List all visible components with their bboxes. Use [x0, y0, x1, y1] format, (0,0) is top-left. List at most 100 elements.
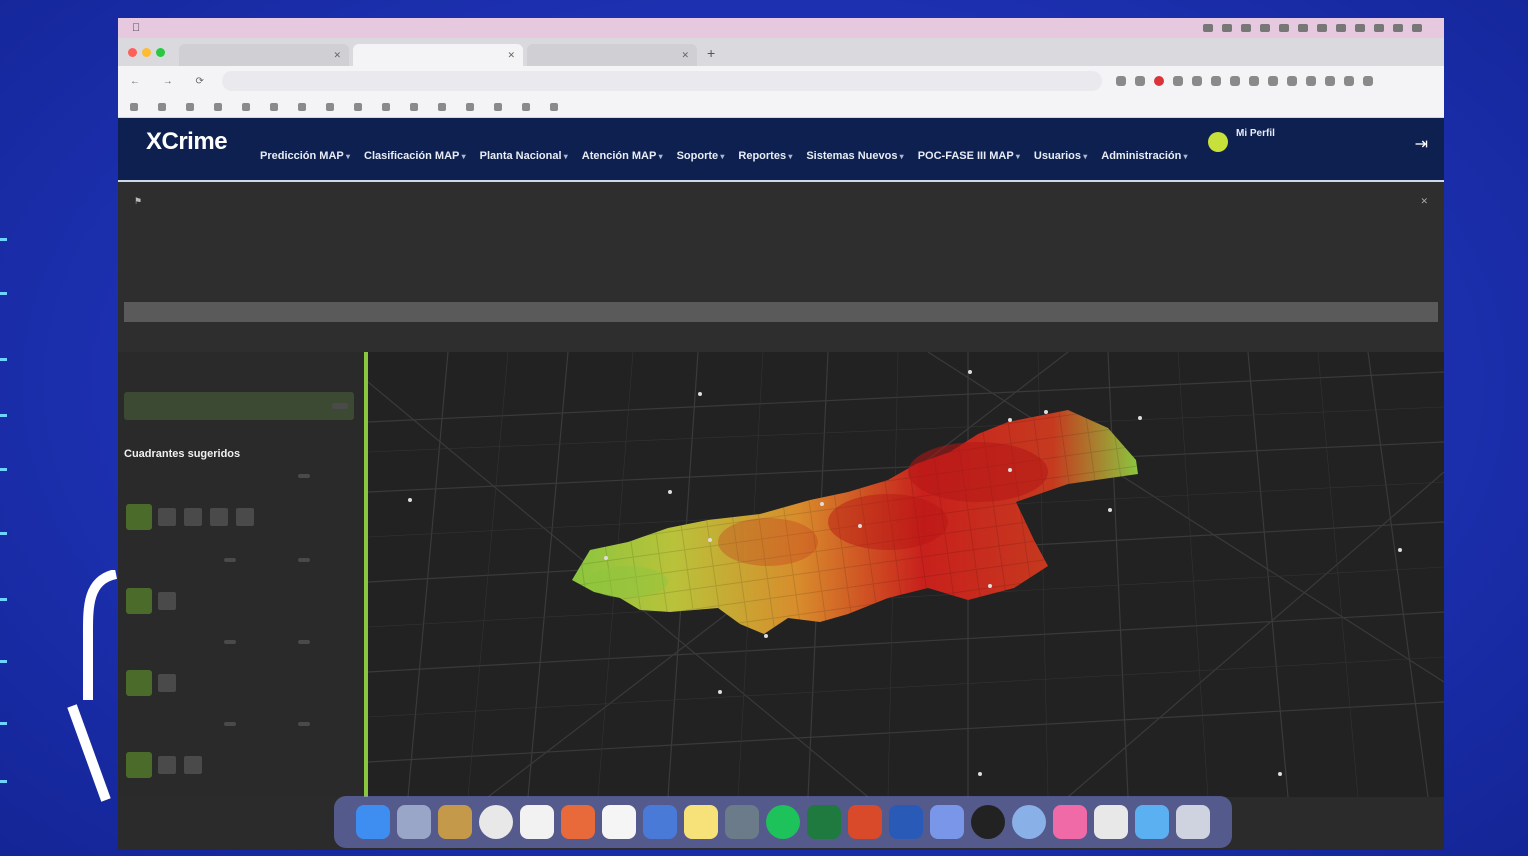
bookmark[interactable]: [354, 103, 362, 111]
dropdown-header[interactable]: ✕: [124, 192, 1438, 210]
extension-icon[interactable]: [1324, 76, 1335, 86]
map-label[interactable]: [698, 392, 702, 398]
map-thumbnail-icon[interactable]: [126, 588, 152, 614]
calendar-icon[interactable]: [520, 805, 554, 839]
dropdown-option[interactable]: [124, 222, 1438, 242]
extension-icon[interactable]: [1343, 76, 1354, 86]
finder-icon[interactable]: [356, 805, 390, 839]
map-label[interactable]: [764, 634, 768, 640]
nav-sistemas-nuevos[interactable]: Sistemas Nuevos: [806, 150, 903, 162]
bookmark[interactable]: [130, 103, 138, 111]
folder-icon[interactable]: [1135, 805, 1169, 839]
card-tag[interactable]: [298, 558, 310, 562]
bookmark[interactable]: [298, 103, 306, 111]
notes-icon[interactable]: [684, 805, 718, 839]
extension-icon[interactable]: [1172, 76, 1183, 86]
map-label[interactable]: [1278, 772, 1282, 778]
extension-icon[interactable]: [1191, 76, 1202, 86]
bookmark[interactable]: [326, 103, 334, 111]
close-window-icon[interactable]: [128, 48, 137, 57]
app-icon[interactable]: [930, 805, 964, 839]
app-icon[interactable]: [725, 805, 759, 839]
map-thumbnail-icon[interactable]: [126, 752, 152, 778]
map-label[interactable]: [968, 370, 972, 376]
nav-reportes[interactable]: Reportes: [738, 150, 792, 162]
status-icon[interactable]: [1279, 24, 1289, 32]
extension-icon[interactable]: [1134, 76, 1145, 86]
photos-icon[interactable]: [561, 805, 595, 839]
card-button[interactable]: [184, 756, 202, 774]
card-button[interactable]: [158, 592, 176, 610]
logout-icon[interactable]: ⇥: [1415, 134, 1428, 154]
filter-select-value[interactable]: [332, 403, 348, 409]
minimize-window-icon[interactable]: [142, 48, 151, 57]
url-field[interactable]: [221, 71, 1102, 91]
map-label[interactable]: [1108, 508, 1112, 514]
excel-icon[interactable]: [807, 805, 841, 839]
word-icon[interactable]: [889, 805, 923, 839]
quadrant-card[interactable]: [122, 640, 358, 716]
map-label[interactable]: [1138, 416, 1142, 422]
map-label[interactable]: [1044, 410, 1048, 416]
extension-icon[interactable]: [1153, 76, 1164, 86]
xcrime-logo[interactable]: XCrime: [146, 128, 228, 155]
nav-atencion-map[interactable]: Atención MAP: [582, 150, 663, 162]
app-icon[interactable]: [971, 805, 1005, 839]
map-label[interactable]: [858, 524, 862, 530]
extension-icon[interactable]: [1305, 76, 1316, 86]
bookmark[interactable]: [158, 103, 166, 111]
app-icon[interactable]: [1012, 805, 1046, 839]
trash-icon[interactable]: [1176, 805, 1210, 839]
bookmark[interactable]: [494, 103, 502, 111]
nav-planta-nacional[interactable]: Planta Nacional: [480, 150, 568, 162]
user-menu[interactable]: Mi Perfil: [1208, 128, 1275, 152]
launchpad-icon[interactable]: [397, 805, 431, 839]
card-tag[interactable]: [298, 722, 310, 726]
browser-tab-active[interactable]: ✕: [353, 44, 523, 66]
crime-heatmap[interactable]: [368, 352, 1444, 797]
bookmark[interactable]: [382, 103, 390, 111]
dropdown-option[interactable]: [124, 282, 1438, 302]
map-label[interactable]: [668, 490, 672, 496]
chrome-icon[interactable]: [479, 805, 513, 839]
card-tag[interactable]: [298, 474, 310, 478]
bookmark[interactable]: [410, 103, 418, 111]
spotify-icon[interactable]: [766, 805, 800, 839]
nav-clasificacion-map[interactable]: Clasificación MAP: [364, 150, 466, 162]
bookmark[interactable]: [214, 103, 222, 111]
extension-icon[interactable]: [1362, 76, 1373, 86]
nav-usuarios[interactable]: Usuarios: [1034, 150, 1087, 162]
map-label[interactable]: [408, 498, 412, 504]
new-tab-icon[interactable]: +: [707, 45, 715, 61]
quadrant-card[interactable]: [122, 474, 358, 550]
close-tab-icon[interactable]: ✕: [333, 50, 341, 61]
status-icon[interactable]: [1374, 24, 1384, 32]
card-tag[interactable]: [224, 558, 236, 562]
card-tag[interactable]: [298, 640, 310, 644]
dropdown-option[interactable]: [124, 242, 1438, 262]
quadrant-card[interactable]: [122, 558, 358, 634]
nav-soporte[interactable]: Soporte: [677, 150, 725, 162]
dropdown-option[interactable]: [124, 322, 1438, 342]
close-tab-icon[interactable]: ✕: [681, 50, 689, 61]
reminders-icon[interactable]: [602, 805, 636, 839]
bookmark[interactable]: [186, 103, 194, 111]
status-icon[interactable]: [1222, 24, 1232, 32]
nav-administracion[interactable]: Administración: [1101, 150, 1187, 162]
extension-icon[interactable]: [1267, 76, 1278, 86]
card-button[interactable]: [158, 508, 176, 526]
dropdown-option-highlighted[interactable]: [124, 302, 1438, 322]
map-label[interactable]: [820, 502, 824, 508]
map-thumbnail-icon[interactable]: [126, 670, 152, 696]
card-button[interactable]: [210, 508, 228, 526]
filter-select[interactable]: [124, 392, 354, 420]
map-label[interactable]: [1008, 468, 1012, 474]
status-icon[interactable]: [1355, 24, 1365, 32]
status-icon[interactable]: [1298, 24, 1308, 32]
browser-tab[interactable]: ✕: [527, 44, 697, 66]
bookmark[interactable]: [270, 103, 278, 111]
status-icon[interactable]: [1393, 24, 1403, 32]
nav-poc-fase-iii[interactable]: POC-FASE III MAP: [918, 150, 1020, 162]
nav-arrows-icon[interactable]: ← → ⟳: [130, 76, 214, 87]
map-label[interactable]: [604, 556, 608, 562]
